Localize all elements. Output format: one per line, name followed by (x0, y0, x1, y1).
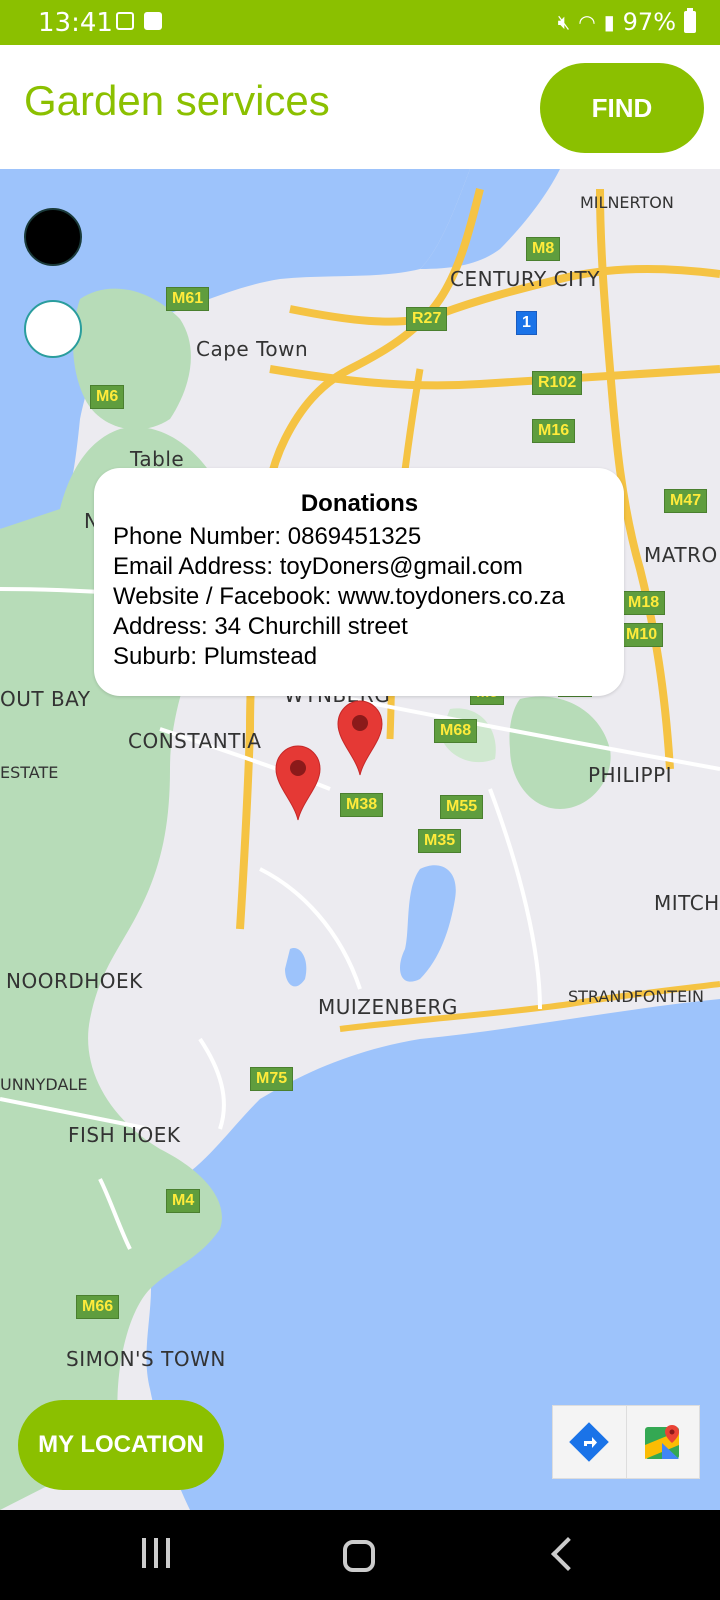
map-pin-marker[interactable] (274, 744, 322, 822)
check-notification-icon (144, 12, 162, 30)
status-bar: 13:41 🔇︎ ◠ ▮ 97% (0, 0, 720, 45)
place-label-sunnydale: UNNYDALE (0, 1075, 88, 1094)
place-label-out-bay: OUT BAY (0, 687, 91, 711)
app-header: Garden services FIND (0, 45, 720, 169)
find-button[interactable]: FIND (540, 63, 704, 153)
place-label-cape-town: Cape Town (196, 337, 309, 361)
status-time: 13:41 (38, 8, 113, 38)
back-button[interactable] (551, 1537, 585, 1571)
info-email: Email Address: toyDoners@gmail.com (113, 553, 523, 580)
recent-apps-button[interactable] (142, 1538, 170, 1568)
system-navigation-bar (0, 1510, 720, 1600)
open-in-maps-button[interactable] (625, 1406, 700, 1478)
road-label-m61: M61 (166, 287, 210, 311)
place-label-estate: ESTATE (0, 763, 59, 782)
info-window-title: Donations (300, 490, 419, 517)
info-phone: Phone Number: 0869451325 (113, 523, 422, 550)
image-notification-icon (116, 12, 134, 30)
road-label-r27: R27 (406, 307, 448, 331)
battery-percent: 97% (622, 8, 676, 36)
info-website: Website / Facebook: www.toydoners.co.za (113, 583, 565, 610)
road-label-m10: M10 (620, 623, 664, 647)
mute-icon: 🔇︎ (557, 10, 571, 34)
white-circle-button[interactable] (24, 300, 82, 358)
road-label-m38: M38 (340, 793, 384, 817)
place-label-strandfontein: STRANDFONTEIN (568, 987, 704, 1006)
road-label-m35: M35 (418, 829, 462, 853)
map-pin-marker[interactable] (336, 699, 384, 777)
place-label-matro: MATRO (644, 543, 718, 567)
my-location-button[interactable]: MY LOCATION (18, 1400, 224, 1490)
directions-button[interactable] (553, 1406, 626, 1478)
info-address: Address: 34 Churchill street (113, 613, 408, 640)
road-label-m66: M66 (76, 1295, 120, 1319)
road-label-m6: M6 (90, 385, 125, 409)
place-label-constantia: CONSTANTIA (128, 729, 262, 753)
place-label-fish-hoek: FISH HOEK (68, 1123, 181, 1147)
place-label-philippi: PHILIPPI (588, 763, 673, 787)
status-right: 🔇︎ ◠ ▮ 97% (558, 8, 696, 36)
google-maps-icon (644, 1425, 679, 1459)
road-label-m8: M8 (526, 237, 561, 261)
map-view[interactable]: MILNERTON CENTURY CITY Cape Town Table N… (0, 169, 720, 1510)
road-label-m16: M16 (532, 419, 576, 443)
road-label-m68: M68 (434, 719, 478, 743)
place-label-noordhoek: NOORDHOEK (6, 969, 143, 993)
wifi-icon: ◠ (578, 10, 596, 34)
page-title: Garden services (24, 77, 330, 124)
road-label-m4: M4 (166, 1189, 201, 1213)
road-label-m18: M18 (622, 591, 666, 615)
battery-icon (684, 8, 696, 33)
directions-icon (569, 1422, 610, 1462)
road-label-r102: R102 (532, 371, 583, 395)
info-suburb: Suburb: Plumstead (113, 643, 318, 670)
place-label-milnerton: MILNERTON (580, 193, 674, 212)
road-label-m55: M55 (440, 795, 484, 819)
place-label-mitch: MITCH (654, 891, 720, 915)
road-label-m75: M75 (250, 1067, 294, 1091)
map-toolbar (552, 1405, 700, 1479)
black-circle-button[interactable] (24, 208, 82, 266)
place-label-century-city: CENTURY CITY (450, 267, 600, 291)
road-label-n1: 1 (516, 311, 537, 335)
signal-icon: ▮ (603, 10, 615, 34)
road-label-m47: M47 (664, 489, 708, 513)
notification-icons (116, 12, 162, 30)
info-window[interactable]: Donations Phone Number: 0869451325 Email… (94, 468, 624, 696)
home-button[interactable] (343, 1540, 375, 1572)
place-label-simons-town: SIMON'S TOWN (66, 1347, 226, 1371)
place-label-muizenberg: MUIZENBERG (318, 995, 458, 1019)
